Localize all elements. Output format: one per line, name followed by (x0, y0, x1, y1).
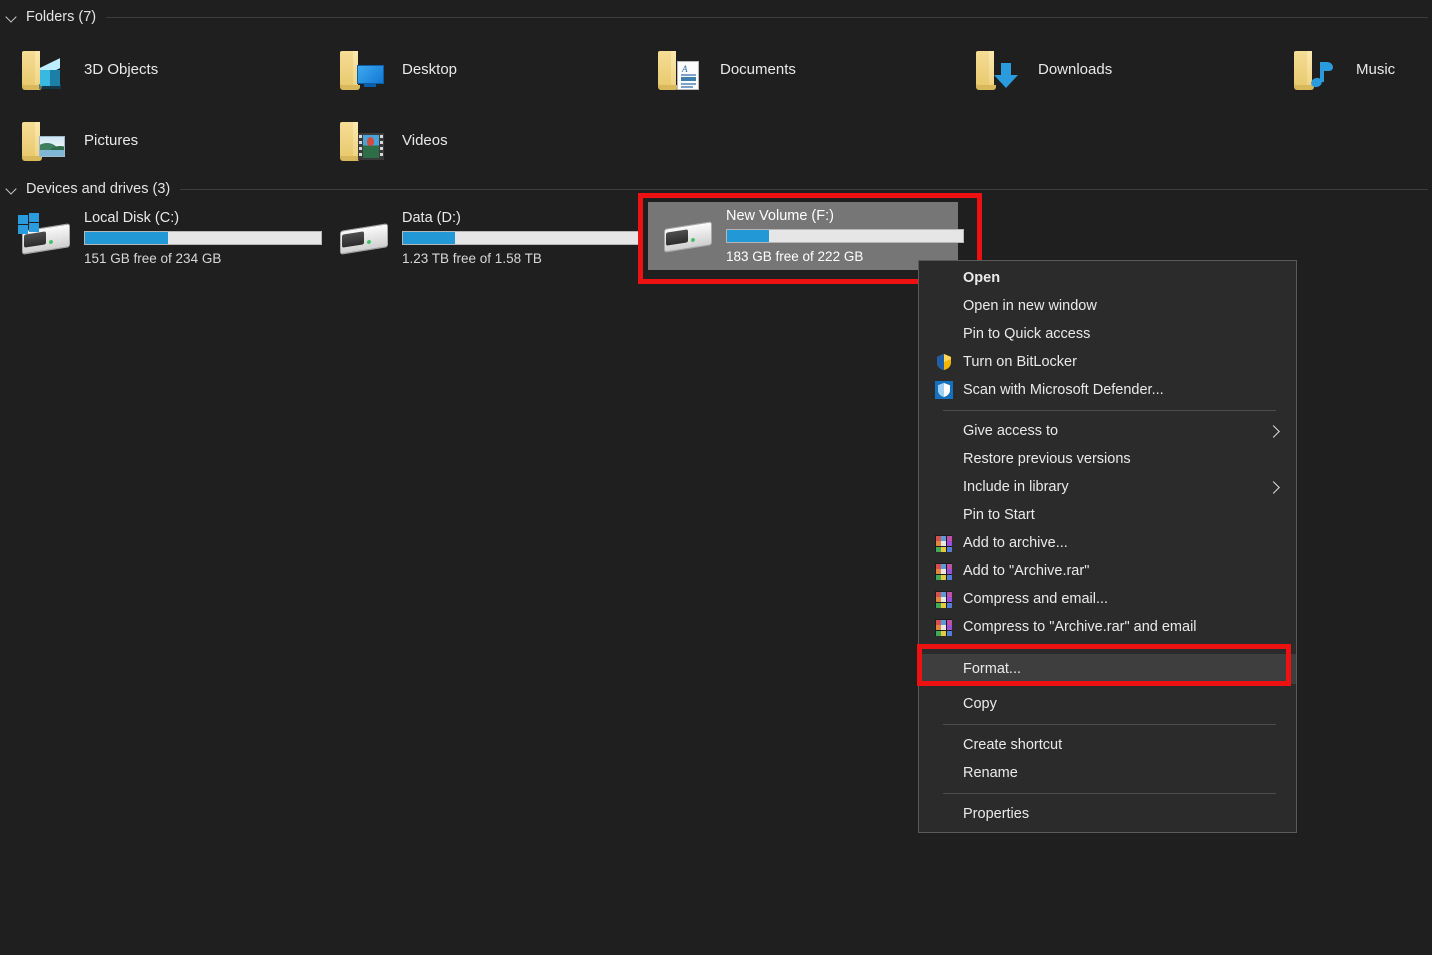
folder-label: Pictures (84, 131, 139, 149)
folder-music-icon (1290, 45, 1342, 93)
menu-item-label: Copy (963, 696, 997, 712)
folder-label: Desktop (402, 60, 458, 78)
menu-item-label: Format... (963, 661, 1022, 677)
menu-item-restore-previous-versions[interactable]: Restore previous versions (919, 445, 1296, 473)
menu-item-open-in-new-window[interactable]: Open in new window (919, 292, 1296, 320)
folder-item-pictures[interactable]: Pictures (18, 109, 318, 171)
drive-name: New Volume (F:) (726, 208, 834, 224)
drive-item-local-disk-c[interactable]: Local Disk (C:) 151 GB free of 234 GB (6, 205, 322, 271)
folder-documents-icon: A (654, 45, 706, 93)
drive-name: Data (D:) (402, 210, 461, 226)
drive-capacity-bar (402, 231, 640, 245)
hard-drive-icon (654, 211, 720, 261)
menu-item-give-access-to[interactable]: Give access to (919, 417, 1296, 445)
menu-item-label: Turn on BitLocker (963, 354, 1077, 370)
menu-item-label: Include in library (963, 479, 1069, 495)
menu-item-label: Give access to (963, 423, 1059, 439)
drive-item-new-volume-f[interactable]: New Volume (F:) 183 GB free of 222 GB (648, 202, 964, 270)
folder-label: Documents (720, 60, 796, 78)
menu-item-label: Compress to "Archive.rar" and email (963, 619, 1197, 635)
menu-item-label: Add to "Archive.rar" (963, 563, 1090, 579)
menu-item-copy[interactable]: Copy (919, 690, 1296, 718)
menu-item-pin-to-start[interactable]: Pin to Start (919, 501, 1296, 529)
menu-item-compress-to-archive-rar-and-email[interactable]: Compress to "Archive.rar" and email (919, 613, 1296, 641)
menu-item-label: Pin to Start (963, 507, 1035, 523)
drive-context-menu[interactable]: Open Open in new window Pin to Quick acc… (918, 260, 1297, 833)
menu-item-add-to-archive-rar[interactable]: Add to "Archive.rar" (919, 557, 1296, 585)
menu-item-properties[interactable]: Properties (919, 800, 1296, 828)
drive-capacity-bar (726, 229, 964, 243)
folder-3d-objects-icon (18, 45, 70, 93)
menu-item-turn-on-bitlocker[interactable]: Turn on BitLocker (919, 348, 1296, 376)
folder-label: Music (1356, 60, 1396, 78)
folder-videos-icon (336, 116, 388, 164)
group-rule (106, 16, 1428, 18)
menu-item-create-shortcut[interactable]: Create shortcut (919, 731, 1296, 759)
menu-item-label: Add to archive... (963, 535, 1068, 551)
folder-item-3d-objects[interactable]: 3D Objects (18, 38, 318, 100)
drive-free-space-text: 151 GB free of 234 GB (84, 251, 222, 266)
menu-item-compress-and-email[interactable]: Compress and email... (919, 585, 1296, 613)
group-title-folders: Folders (7) (26, 9, 97, 25)
folder-item-music[interactable]: Music (1290, 38, 1432, 100)
drive-capacity-bar (84, 231, 322, 245)
chevron-right-icon (1267, 480, 1280, 494)
drive-free-space-text: 1.23 TB free of 1.58 TB (402, 251, 542, 266)
menu-item-pin-to-quick-access[interactable]: Pin to Quick access (919, 320, 1296, 348)
bitlocker-shield-icon (935, 353, 953, 371)
menu-separator (943, 647, 1276, 648)
winrar-icon (935, 562, 953, 580)
file-explorer-this-pc-view: Folders (7) 3D Objects Desktop A Documen… (0, 0, 1432, 955)
menu-separator (943, 724, 1276, 725)
chevron-right-icon (1267, 424, 1280, 438)
group-title-devices: Devices and drives (3) (26, 181, 171, 197)
drive-item-data-d[interactable]: Data (D:) 1.23 TB free of 1.58 TB (324, 205, 640, 271)
folder-item-documents[interactable]: A Documents (654, 38, 954, 100)
folder-item-downloads[interactable]: Downloads (972, 38, 1272, 100)
menu-item-open[interactable]: Open (919, 264, 1296, 292)
windows-logo-icon (18, 213, 42, 235)
defender-shield-icon (935, 381, 953, 399)
menu-item-scan-with-microsoft-defender[interactable]: Scan with Microsoft Defender... (919, 376, 1296, 404)
folder-label: 3D Objects (84, 60, 159, 78)
winrar-icon (935, 534, 953, 552)
menu-item-label: Restore previous versions (963, 451, 1131, 467)
group-rule (180, 188, 1428, 190)
menu-item-rename[interactable]: Rename (919, 759, 1296, 787)
folder-label: Downloads (1038, 60, 1113, 78)
chevron-down-icon[interactable] (6, 183, 18, 195)
hard-drive-windows-icon (12, 213, 78, 263)
menu-item-label: Rename (963, 765, 1018, 781)
menu-item-format[interactable]: Format... (919, 654, 1296, 684)
winrar-icon (935, 590, 953, 608)
menu-separator (943, 410, 1276, 411)
hard-drive-icon (330, 213, 396, 263)
menu-separator (943, 793, 1276, 794)
menu-item-label: Pin to Quick access (963, 326, 1091, 342)
folder-label: Videos (402, 131, 448, 149)
menu-item-label: Open in new window (963, 298, 1097, 314)
menu-item-include-in-library[interactable]: Include in library (919, 473, 1296, 501)
menu-item-label: Scan with Microsoft Defender... (963, 382, 1164, 398)
folder-item-videos[interactable]: Videos (336, 109, 636, 171)
menu-item-label: Open (963, 270, 1001, 286)
group-header-devices-and-drives[interactable]: Devices and drives (3) (0, 178, 1432, 200)
folder-downloads-icon (972, 45, 1024, 93)
menu-item-label: Create shortcut (963, 737, 1063, 753)
drive-name: Local Disk (C:) (84, 210, 180, 226)
group-header-folders[interactable]: Folders (7) (0, 6, 1432, 28)
menu-item-label: Properties (963, 806, 1030, 822)
menu-item-add-to-archive[interactable]: Add to archive... (919, 529, 1296, 557)
folder-desktop-icon (336, 45, 388, 93)
folder-item-desktop[interactable]: Desktop (336, 38, 636, 100)
menu-item-label: Compress and email... (963, 591, 1109, 607)
folder-pictures-icon (18, 116, 70, 164)
winrar-icon (935, 618, 953, 636)
chevron-down-icon[interactable] (6, 11, 18, 23)
